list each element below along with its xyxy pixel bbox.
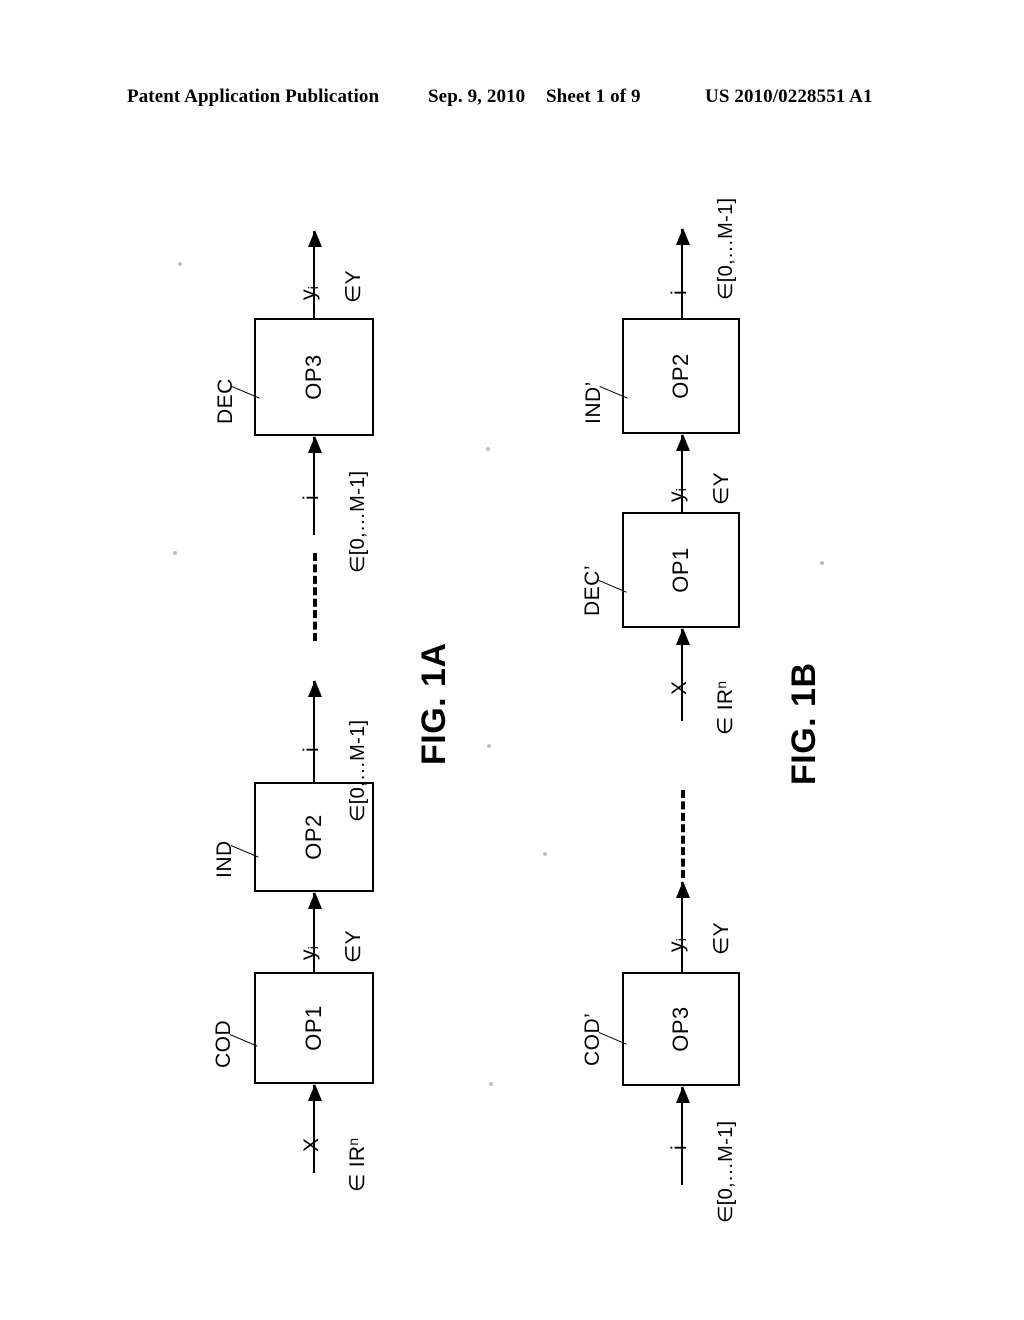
signal-arrow-i-out-fig1b [675, 228, 690, 319]
scan-speck [489, 1082, 493, 1086]
scan-speck [820, 561, 824, 565]
signal-domain-i-into-op3-fig1b: ∈[0,…M-1] [715, 1120, 737, 1223]
block-op3-label-fig1b: OP3 [668, 1006, 693, 1052]
signal-label-yi-out-op3-fig1b: yi [665, 937, 690, 952]
signal-label-yi-into-op2-fig1b: yi [665, 487, 690, 502]
signal-arrow-i-into-op3-fig1b [675, 1086, 690, 1185]
dashed-continuation-fig1b [681, 790, 685, 878]
scan-speck [173, 551, 177, 555]
scan-speck [543, 852, 547, 856]
signal-domain-yi-into-op2-fig1b: ∈Y [710, 472, 733, 505]
block-op3-fig1b: OP3 [622, 972, 740, 1086]
figure-1b: OP2 IND’ i ∈[0,…M-1] yi ∈Y OP1 DEC’ X ∈ … [0, 0, 1024, 1320]
signal-domain-x-fig1b: ∈ IRn [713, 680, 737, 735]
signal-label-i-out-fig1b: i [668, 290, 691, 295]
scan-speck [487, 744, 491, 748]
block-op2-label-fig1b: OP2 [668, 353, 693, 399]
scan-speck [486, 447, 490, 451]
block-op1-label-fig1b: OP1 [668, 547, 693, 593]
block-op2-fig1b: OP2 [622, 318, 740, 434]
signal-arrow-yi-out-op3-fig1b [675, 881, 690, 974]
signal-domain-yi-out-op3-fig1b: ∈Y [710, 922, 733, 955]
signal-domain-i-out-fig1b: ∈[0,…M-1] [715, 197, 737, 300]
block-op1-fig1b: OP1 [622, 512, 740, 628]
signal-label-x-fig1b: X [668, 680, 691, 695]
signal-arrow-x-into-op1-fig1b [675, 628, 690, 721]
ref-label-dec-prime-fig1b: DEC’ [581, 564, 604, 616]
ref-label-cod-prime-fig1b: COD’ [581, 1012, 604, 1066]
scan-speck [178, 262, 182, 266]
signal-label-i-into-op3-fig1b: i [668, 1145, 691, 1150]
figure-caption-1b: FIG. 1B [785, 662, 823, 785]
